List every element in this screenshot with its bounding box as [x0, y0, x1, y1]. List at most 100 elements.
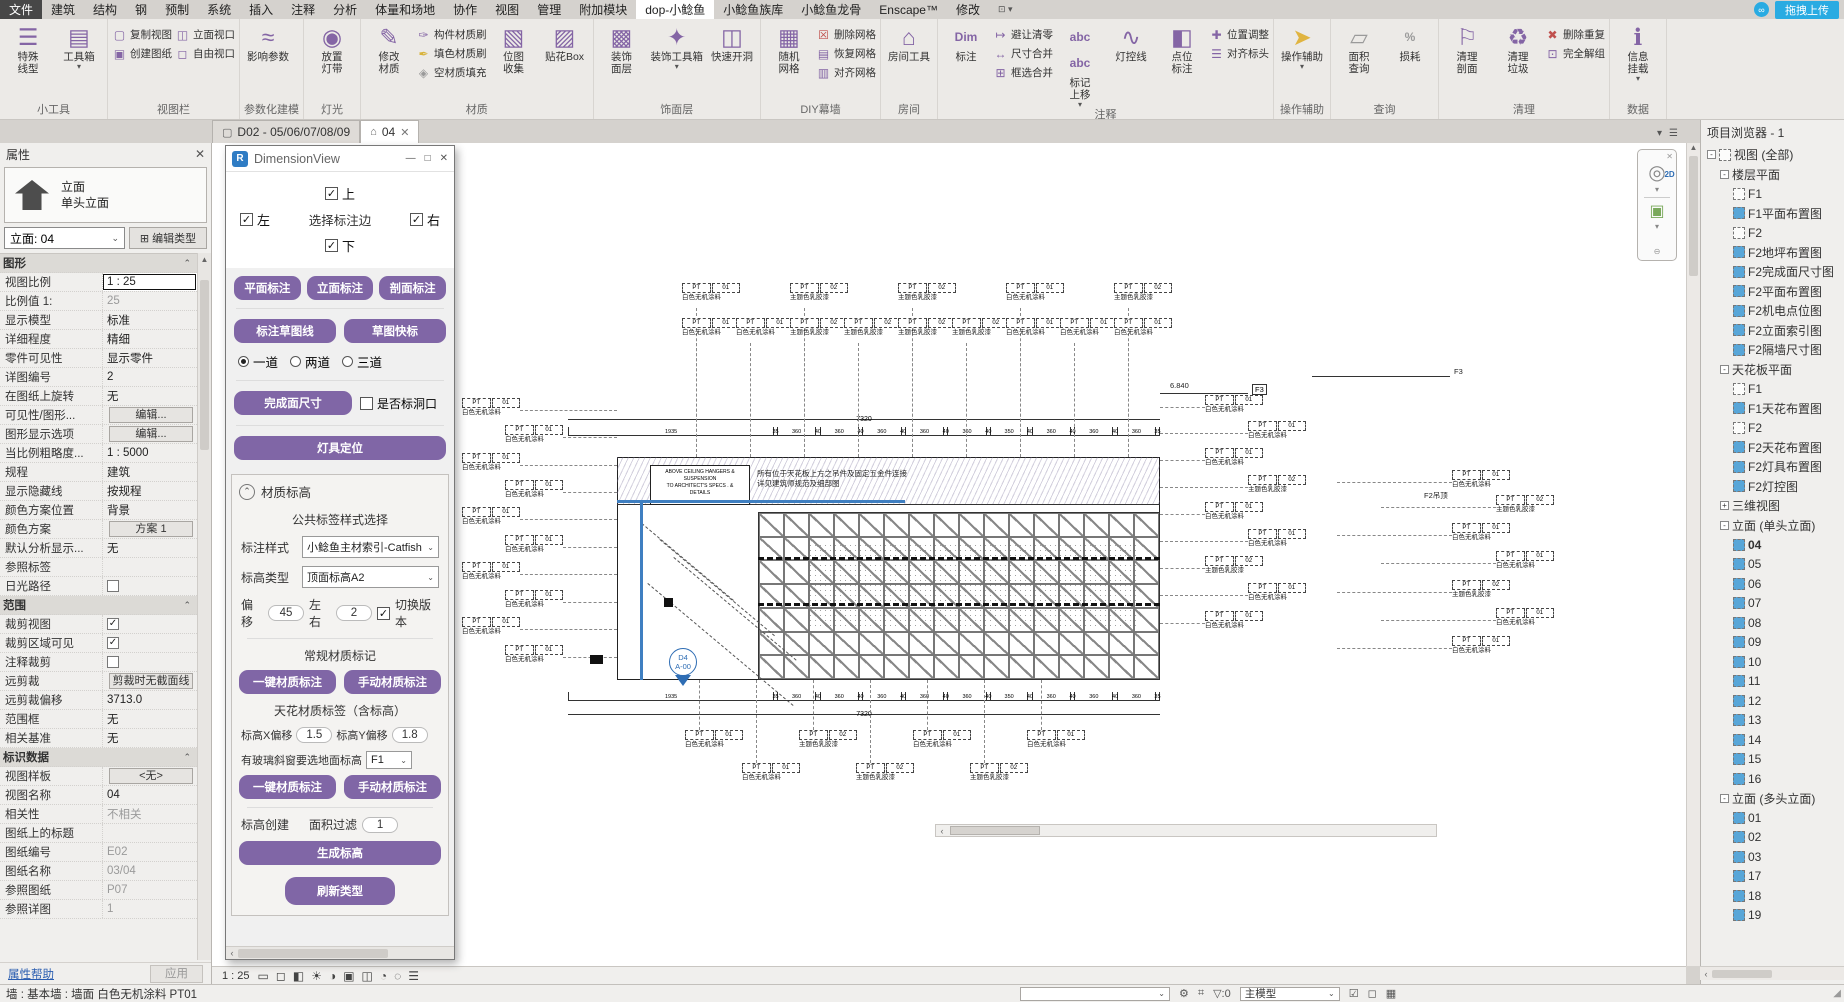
ribbon-button-elevation-viewport[interactable]: ◫立面视口	[175, 26, 235, 43]
property-section-header[interactable]: 图形⌃	[0, 254, 197, 273]
material-tag[interactable]: PT01白色无机涂料	[1027, 730, 1085, 749]
tree-item[interactable]: 05	[1701, 555, 1844, 575]
onekey-material-tag-button[interactable]: 一键材质标注	[239, 670, 336, 694]
material-tag[interactable]: PT02主题色乳胶漆	[1248, 475, 1306, 494]
plan-dimension-button[interactable]: 平面标注	[234, 276, 301, 300]
scroll-left-icon[interactable]: ‹	[936, 826, 948, 836]
ribbon-button-align-tag-header[interactable]: ☰对齐标头	[1209, 45, 1269, 62]
material-tag[interactable]: PT02主题色乳胶漆	[952, 318, 1010, 337]
material-tag[interactable]: PT01白色无机涂料	[1114, 318, 1172, 337]
visual-style-icon[interactable]: ◧	[293, 969, 304, 983]
tree-item[interactable]: F2机电点位图	[1701, 301, 1844, 321]
scroll-up-icon[interactable]: ▲	[1690, 143, 1698, 152]
selected-element-line[interactable]	[617, 500, 905, 503]
tree-item[interactable]: -视图 (全部)	[1701, 145, 1844, 165]
elevation-x-offset-input[interactable]: 1.5	[296, 727, 332, 743]
material-tag[interactable]: PT01白色无机涂料	[1496, 608, 1554, 627]
material-tag[interactable]: PT01白色无机涂料	[1248, 529, 1306, 548]
dialog-titlebar[interactable]: R DimensionView — □ ✕	[226, 146, 454, 172]
material-tag[interactable]: PT01白色无机涂料	[736, 318, 794, 337]
quick-sketch-dimension-button[interactable]: 草图快标	[344, 319, 446, 343]
property-value[interactable]: 无	[102, 729, 197, 747]
material-tag[interactable]: PT01白色无机涂料	[462, 617, 520, 636]
property-value[interactable]: 无	[102, 387, 197, 405]
material-tag[interactable]: PT01白色无机涂料	[462, 562, 520, 581]
tree-item[interactable]: -立面 (多头立面)	[1701, 789, 1844, 809]
tree-item[interactable]: -楼层平面	[1701, 165, 1844, 185]
zoom-options-icon[interactable]: ▾	[1655, 222, 1659, 231]
collapse-icon[interactable]: -	[1720, 794, 1729, 803]
ribbon-tab-钢[interactable]: 钢	[126, 0, 156, 19]
view-selector-dropdown[interactable]: 立面: 04 ⌄	[4, 227, 125, 249]
ribbon-button-box-select-merge[interactable]: ⊞框选合并	[993, 64, 1053, 81]
tab-view-04[interactable]: ⌂ 04 ✕	[360, 120, 419, 143]
material-tag[interactable]: PT01白色无机涂料	[505, 480, 563, 499]
material-tag[interactable]: PT02主题色乳胶漆	[970, 763, 1028, 782]
design-option-select[interactable]: 主模型⌄	[1240, 987, 1340, 1001]
property-checkbox[interactable]: ✓	[107, 618, 119, 630]
property-checkbox[interactable]	[107, 656, 119, 668]
property-value[interactable]: 编辑...	[102, 425, 197, 443]
tree-item[interactable]: -立面 (单头立面)	[1701, 516, 1844, 536]
material-tag[interactable]: PT02主题色乳胶漆	[1496, 495, 1554, 514]
tree-item[interactable]: 06	[1701, 574, 1844, 594]
property-value[interactable]: 标准	[102, 311, 197, 329]
property-value[interactable]: 无	[102, 710, 197, 728]
tree-item[interactable]: F2	[1701, 223, 1844, 243]
ribbon-button-position-adjust[interactable]: ✚位置调整	[1209, 26, 1269, 43]
material-tag[interactable]: PT02主题色乳胶漆	[898, 283, 956, 302]
material-tag[interactable]: PT01白色无机涂料	[505, 535, 563, 554]
edit-type-button[interactable]: ⊞ 编辑类型	[129, 227, 207, 249]
ribbon-button-align-grid[interactable]: ▥对齐网格	[816, 64, 876, 81]
show-crop-region-icon[interactable]: ◫	[362, 969, 373, 983]
elevation-marker-d4[interactable]: D4A-00	[669, 648, 697, 676]
ribbon-button-component-material-brush[interactable]: ✑构件材质刷	[416, 26, 487, 43]
property-value[interactable]: 04	[102, 786, 197, 804]
ribbon-tab-预制[interactable]: 预制	[156, 0, 198, 19]
offset-input[interactable]: 45	[268, 605, 304, 621]
collapse-icon[interactable]: -	[1720, 365, 1729, 374]
elevation-y-offset-input[interactable]: 1.8	[392, 727, 428, 743]
ribbon-button-bitmap-collect[interactable]: ▧位图 收集	[490, 22, 538, 75]
shadows-icon[interactable]: ◑	[329, 969, 336, 983]
property-value[interactable]: 编辑...	[102, 406, 197, 424]
tree-item[interactable]: 02	[1701, 828, 1844, 848]
tree-item[interactable]: 12	[1701, 691, 1844, 711]
tab-menu-icon[interactable]: ☰	[1669, 128, 1678, 139]
horizontal-scrollbar[interactable]: ‹	[935, 824, 1437, 837]
ribbon-tab-结构[interactable]: 结构	[84, 0, 126, 19]
material-tag[interactable]: PT01白色无机涂料	[742, 763, 800, 782]
property-edit-button[interactable]: 剪裁时无截面线	[109, 673, 193, 689]
elevation-type-select[interactable]: 顶面标高A2⌄	[302, 566, 439, 588]
tree-item[interactable]: 11	[1701, 672, 1844, 692]
wheel-options-icon[interactable]: ▾	[1655, 185, 1659, 194]
tree-item[interactable]: 03	[1701, 847, 1844, 867]
material-tag[interactable]: PT01白色无机涂料	[462, 398, 520, 417]
property-checkbox[interactable]: ✓	[107, 637, 119, 649]
resize-grip-icon[interactable]: ◢	[1833, 988, 1841, 999]
tree-item[interactable]: F2立面索引图	[1701, 321, 1844, 341]
ribbon-button-free-viewport[interactable]: ◻自由视口	[175, 45, 235, 62]
ribbon-button-avoid-clear-zero[interactable]: ↦避让清零	[993, 26, 1053, 43]
tree-item[interactable]: 16	[1701, 769, 1844, 789]
tab-sheet-d02[interactable]: ▢ D02 - 05/06/07/08/09	[212, 120, 360, 143]
ribbon-button-fill-material-brush[interactable]: ✒填色材质刷	[416, 45, 487, 62]
properties-help-link[interactable]: 属性帮助	[8, 966, 54, 982]
navbar-close-icon[interactable]: ✕	[1666, 152, 1673, 161]
ribbon-button-restore-grid[interactable]: ▤恢复网格	[816, 45, 876, 62]
ribbon-tab-附加模块[interactable]: 附加模块	[570, 0, 636, 19]
ribbon-button-dimension[interactable]: Dim标注	[942, 22, 990, 63]
property-value[interactable]: 无	[102, 539, 197, 557]
drag-upload-button[interactable]: 拖拽上传	[1775, 1, 1839, 19]
checkbox-switch-version[interactable]	[377, 607, 390, 620]
annotation-style-select[interactable]: 小鲶鱼主材索引-Catfish⌄	[302, 536, 439, 558]
tree-item[interactable]: +三维视图	[1701, 496, 1844, 516]
ribbon-tab-分析[interactable]: 分析	[324, 0, 366, 19]
property-value[interactable]	[102, 653, 197, 671]
material-tag[interactable]: PT02主题色乳胶漆	[1114, 283, 1172, 302]
property-value[interactable]: ✓	[102, 634, 197, 652]
material-tag[interactable]: PT01白色无机涂料	[1248, 583, 1306, 602]
worksharing-icon[interactable]: ⌗	[1198, 987, 1204, 1000]
ribbon-button-point-annotation[interactable]: ◧点位 标注	[1158, 22, 1206, 75]
ribbon-button-delete-duplicate[interactable]: ✖删除重复	[1545, 26, 1605, 43]
